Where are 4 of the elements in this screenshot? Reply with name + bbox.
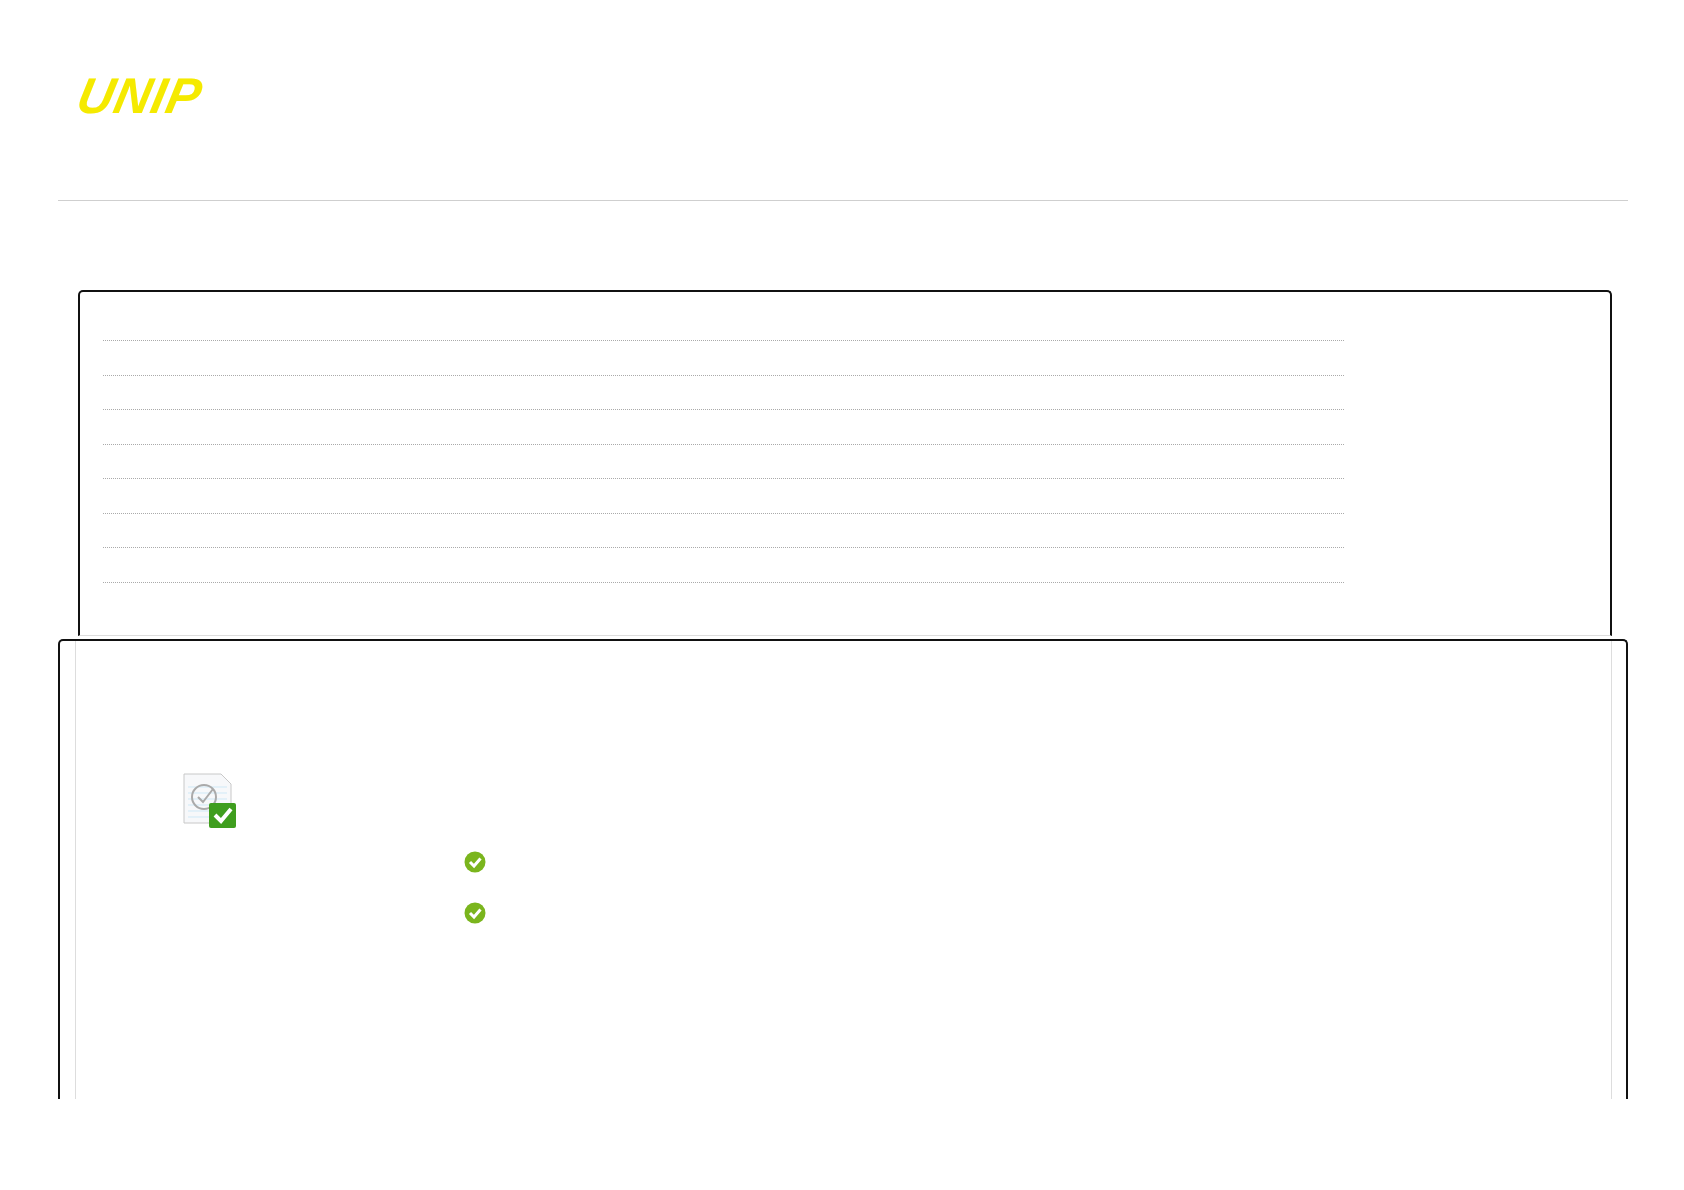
logo: UNIP: [73, 74, 207, 118]
check-icon: [464, 902, 486, 924]
check-icon: [464, 851, 486, 873]
document-check-icon: [183, 773, 237, 829]
